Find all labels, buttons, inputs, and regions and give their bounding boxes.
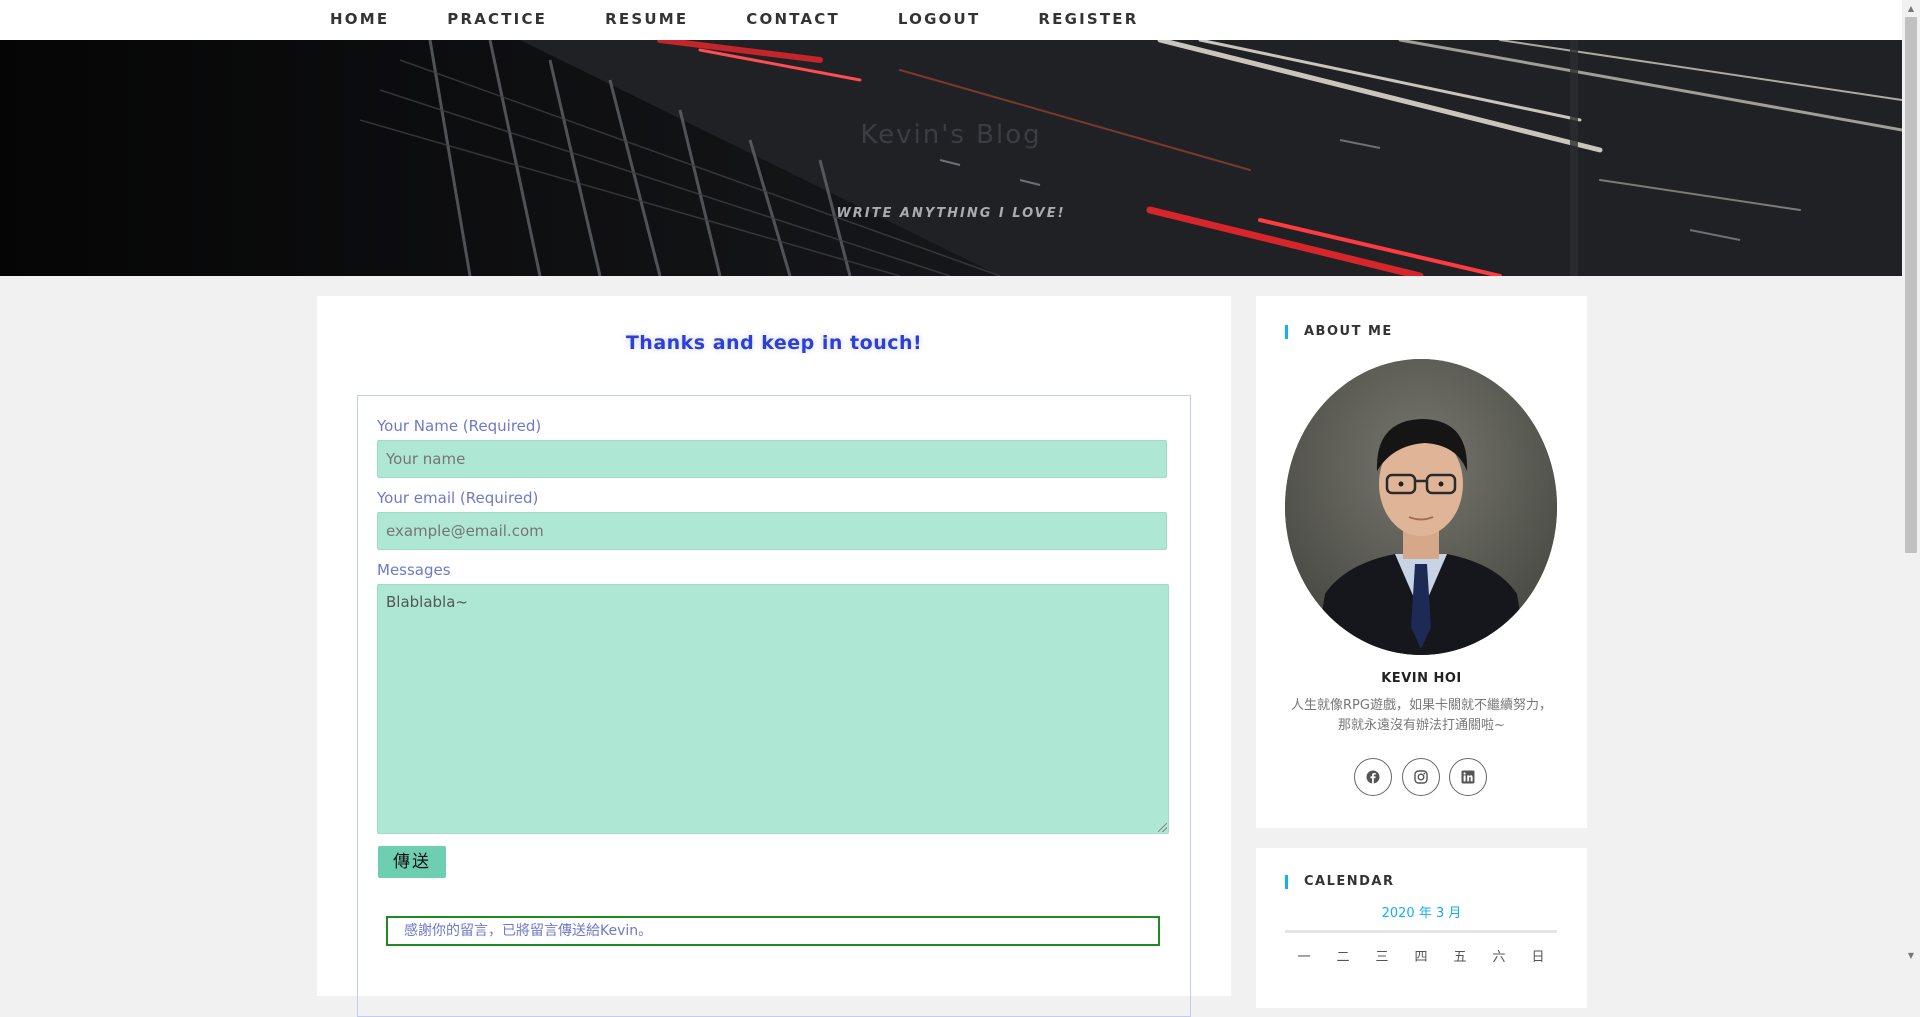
bio-line-1: 人生就像RPG遊戲，如果卡關就不繼續努力， (1291, 698, 1552, 713)
instagram-icon (1414, 770, 1428, 784)
nav-contact[interactable]: CONTACT (732, 0, 854, 40)
message-label: Messages (377, 561, 451, 579)
success-message: 感謝你的留言，已將留言傳送給Kevin。 (386, 916, 1160, 946)
calendar-weekday-header: 一 二 三 四 五 六 日 (1285, 946, 1557, 965)
instagram-link[interactable] (1402, 758, 1440, 796)
about-me-widget: ABOUT ME KEVIN HOI 人生就像RPG遊戲，如果卡關就不繼續努力，… (1256, 296, 1587, 828)
weekday-mon: 一 (1297, 950, 1311, 965)
facebook-link[interactable] (1354, 758, 1392, 796)
name-label: Your Name (Required) (377, 417, 542, 435)
calendar-divider (1285, 930, 1557, 933)
author-bio: 人生就像RPG遊戲，如果卡關就不繼續努力， 那就永遠沒有辦法打通關啦~ (1276, 696, 1567, 736)
contact-form: Your Name (Required) Your email (Require… (357, 395, 1191, 1017)
site-title[interactable]: Kevin's Blog (0, 120, 1902, 150)
nav-practice[interactable]: PRACTICE (433, 0, 561, 40)
hero-background-image (0, 40, 1902, 276)
message-placeholder: Blablabla~ (386, 593, 468, 611)
linkedin-icon (1461, 770, 1475, 784)
about-me-title: ABOUT ME (1285, 325, 1393, 339)
weekday-fri: 五 (1453, 950, 1467, 965)
hero-banner: Kevin's Blog WRITE ANYTHING I LOVE! (0, 40, 1902, 276)
page-heading: Thanks and keep in touch! (625, 332, 923, 354)
name-input[interactable] (377, 440, 1167, 478)
top-navigation: HOME PRACTICE RESUME CONTACT LOGOUT REGI… (0, 0, 1902, 41)
nav-resume[interactable]: RESUME (591, 0, 702, 40)
facebook-icon (1366, 770, 1380, 784)
nav-home[interactable]: HOME (316, 0, 403, 40)
calendar-title: CALENDAR (1285, 875, 1395, 889)
weekday-sun: 日 (1531, 950, 1545, 965)
message-textarea[interactable]: Blablabla~ (377, 584, 1169, 834)
nav-register[interactable]: REGISTER (1024, 0, 1152, 40)
weekday-thu: 四 (1414, 950, 1428, 965)
scroll-up-arrow-icon[interactable]: ▲ (1902, 0, 1920, 17)
contact-card: Thanks and keep in touch! Your Name (Req… (317, 296, 1231, 1017)
author-name: KEVIN HOI (1381, 671, 1462, 686)
scrollbar-thumb[interactable] (1905, 17, 1917, 553)
weekday-tue: 二 (1336, 950, 1350, 965)
email-input[interactable] (377, 512, 1167, 550)
bio-line-2: 那就永遠沒有辦法打通關啦~ (1338, 718, 1505, 733)
weekday-wed: 三 (1375, 950, 1389, 965)
page-scrollbar[interactable]: ▲ ▼ (1902, 0, 1920, 964)
submit-button[interactable]: 傳送 (378, 846, 446, 878)
weekday-sat: 六 (1492, 950, 1506, 965)
calendar-widget: CALENDAR 2020 年 3 月 一 二 三 四 五 六 日 (1256, 848, 1587, 1008)
linkedin-link[interactable] (1449, 758, 1487, 796)
site-tagline: WRITE ANYTHING I LOVE! (836, 206, 1066, 221)
email-label: Your email (Required) (377, 489, 539, 507)
author-photo (1285, 359, 1557, 655)
scroll-down-arrow-icon[interactable]: ▼ (1902, 947, 1920, 964)
avatar (1285, 359, 1557, 655)
nav-logout[interactable]: LOGOUT (884, 0, 994, 40)
calendar-month: 2020 年 3 月 (1381, 906, 1462, 921)
resize-handle[interactable] (1158, 823, 1167, 832)
nav-menu: HOME PRACTICE RESUME CONTACT LOGOUT REGI… (316, 0, 1183, 40)
